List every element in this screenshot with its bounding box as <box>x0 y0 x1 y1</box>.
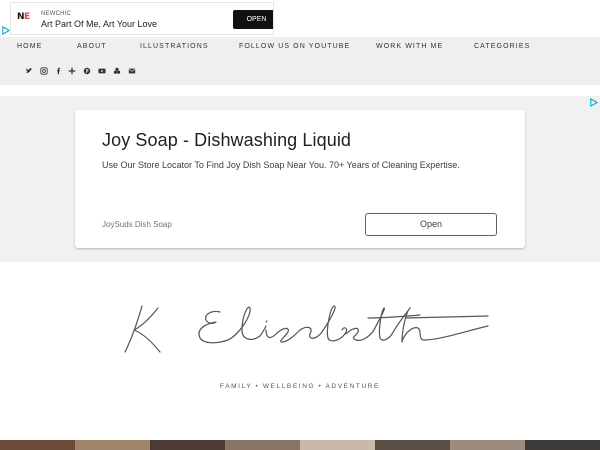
display-ad-card[interactable]: Joy Soap - Dishwashing Liquid Use Our St… <box>75 110 525 248</box>
top-banner-ad: NE NEWCHIC Art Part Of Me, Art Your Love… <box>0 0 600 37</box>
post-thumbnail[interactable] <box>450 440 525 450</box>
post-thumbnail[interactable] <box>525 440 600 450</box>
newchic-logo: NE <box>17 12 30 22</box>
top-ad-advertiser: NEWCHIC <box>41 11 72 17</box>
youtube-icon[interactable] <box>98 67 106 75</box>
ad-open-button[interactable]: Open <box>365 213 497 236</box>
site-tagline: FAMILY • WELLBEING • ADVENTURE <box>220 383 380 390</box>
social-icons <box>25 67 145 75</box>
nav-follow-youtube[interactable]: FOLLOW US ON YOUTUBE <box>239 43 350 50</box>
ad-advertiser: JoySuds Dish Soap <box>102 220 172 229</box>
bloglovin-icon[interactable] <box>68 67 76 75</box>
main-nav: HOME ABOUT ILLUSTRATIONS FOLLOW US ON YO… <box>0 37 600 85</box>
ad-description: Use Our Store Locator To Find Joy Dish S… <box>102 160 460 170</box>
pinterest-icon[interactable] <box>83 67 91 75</box>
post-thumbnail[interactable] <box>150 440 225 450</box>
nav-illustrations[interactable]: ILLUSTRATIONS <box>140 43 209 50</box>
post-thumbnail[interactable] <box>375 440 450 450</box>
facebook-icon[interactable] <box>55 67 63 75</box>
post-thumbnail[interactable] <box>0 440 75 450</box>
post-thumbnail[interactable] <box>75 440 150 450</box>
post-thumbnail[interactable] <box>300 440 375 450</box>
top-ad-card[interactable]: NE NEWCHIC Art Part Of Me, Art Your Love… <box>10 2 274 35</box>
nav-about[interactable]: ABOUT <box>77 43 107 50</box>
nav-work-with-me[interactable]: WORK WITH ME <box>376 43 443 50</box>
display-ad-band: Joy Soap - Dishwashing Liquid Use Our St… <box>0 96 600 262</box>
nav-categories[interactable]: CATEGORIES <box>474 43 530 50</box>
top-ad-open-button[interactable]: OPEN <box>233 10 273 29</box>
post-thumbnail[interactable] <box>225 440 300 450</box>
instagram-icon[interactable] <box>40 67 48 75</box>
top-ad-headline[interactable]: Art Part Of Me, Art Your Love <box>41 20 157 29</box>
ad-choices-icon[interactable] <box>589 98 598 107</box>
twitter-icon[interactable] <box>25 67 33 75</box>
stumbleupon-icon[interactable] <box>113 67 121 75</box>
email-icon[interactable] <box>128 67 136 75</box>
k-elizabeth-logo[interactable] <box>120 300 490 360</box>
ad-choices-icon[interactable] <box>1 26 10 35</box>
featured-posts-strip <box>0 440 600 450</box>
nav-home[interactable]: HOME <box>17 43 42 50</box>
ad-title[interactable]: Joy Soap - Dishwashing Liquid <box>102 130 351 151</box>
